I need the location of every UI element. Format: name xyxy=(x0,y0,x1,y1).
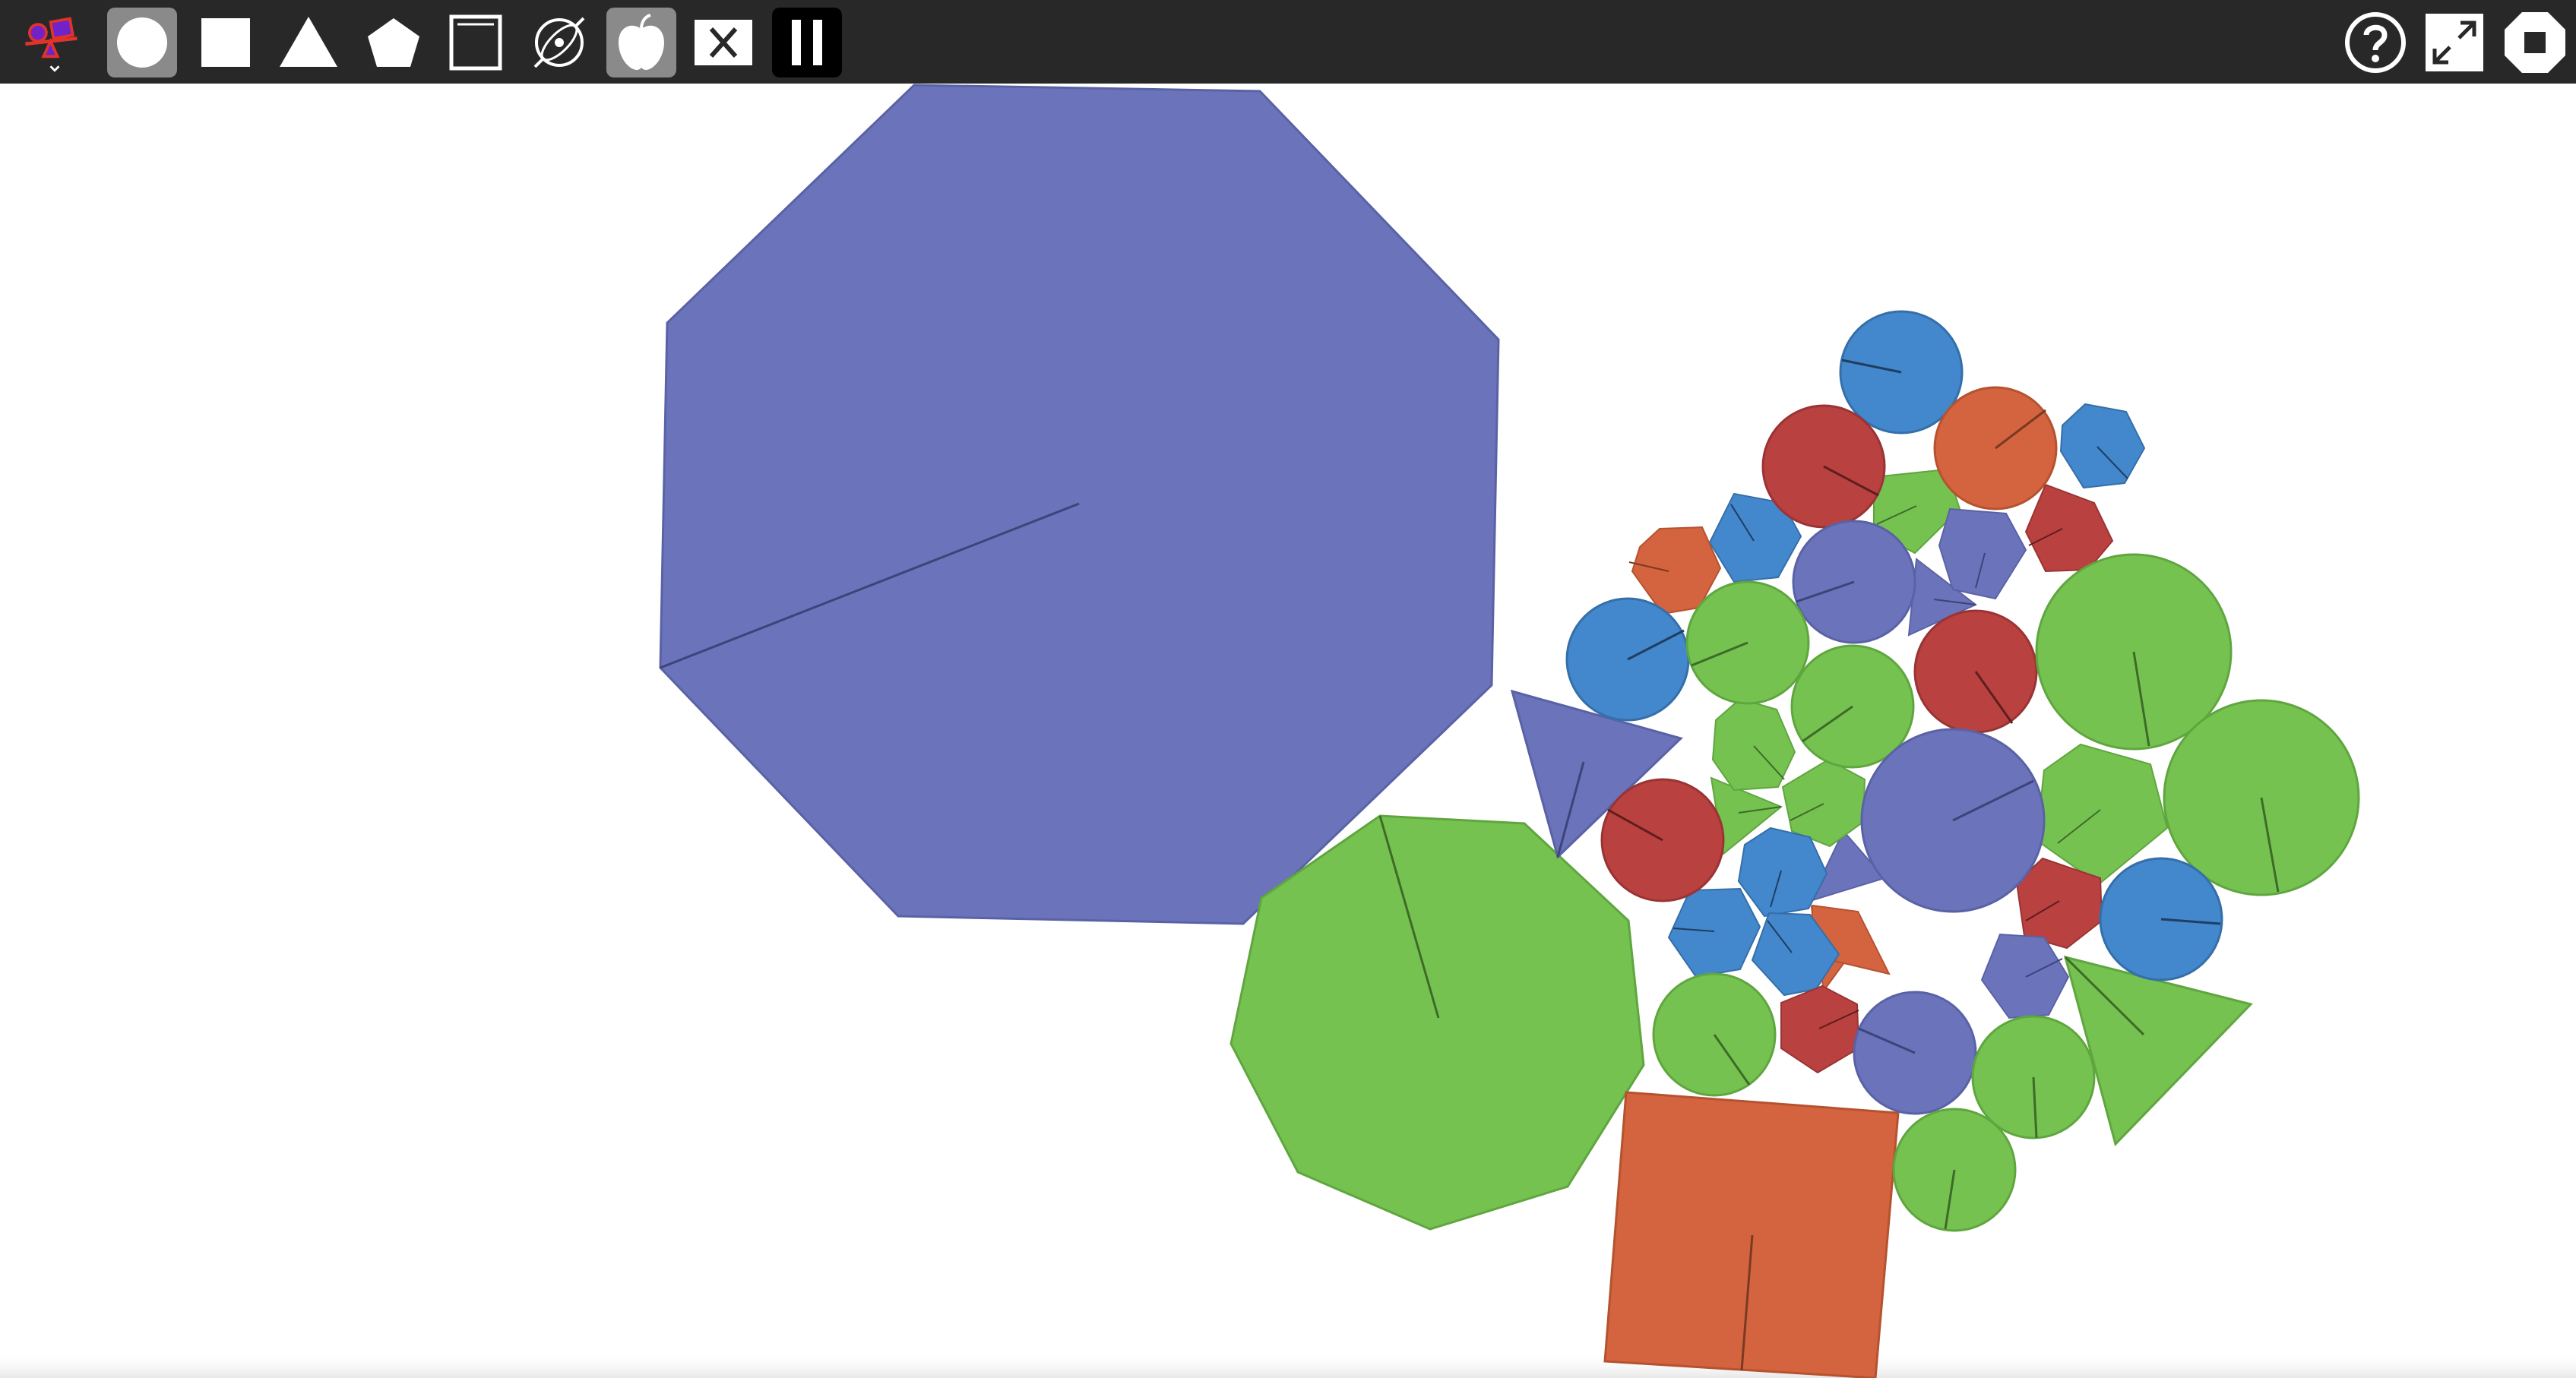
hexagon-blue-c[interactable] xyxy=(1737,826,1828,918)
circle-green-left[interactable] xyxy=(1685,580,1810,705)
nonagon-green[interactable] xyxy=(1229,814,1645,1231)
physics-canvas[interactable] xyxy=(0,84,2576,1378)
circle-blue-left[interactable] xyxy=(1565,597,1690,722)
square-orange[interactable] xyxy=(1603,1091,1900,1378)
circle-purple-upper[interactable] xyxy=(1792,520,1916,644)
pause-icon xyxy=(792,20,822,65)
clear-all-button[interactable] xyxy=(688,8,758,77)
toolbar xyxy=(0,0,2576,84)
circle-orange-top[interactable] xyxy=(1933,386,2058,510)
help-icon xyxy=(2345,12,2406,73)
orbit-icon xyxy=(533,17,585,68)
pentagon-purple[interactable] xyxy=(1938,507,2027,600)
apple-icon xyxy=(619,14,664,70)
hexagon-red-b[interactable] xyxy=(1780,985,1860,1074)
pentagon-icon xyxy=(368,18,419,67)
physics-activity-menu-button[interactable] xyxy=(20,8,90,77)
triangle-green-right[interactable] xyxy=(2063,955,2253,1146)
square-icon xyxy=(201,18,250,67)
fullscreen-icon xyxy=(2426,14,2483,71)
activity-logo-icon xyxy=(25,17,78,72)
circle-tool-button[interactable] xyxy=(107,8,177,77)
square-tool-button[interactable] xyxy=(191,8,261,77)
hexagon-green-a[interactable] xyxy=(1711,697,1796,792)
circle-icon xyxy=(117,17,167,68)
box-icon xyxy=(449,14,502,71)
circle-green-far-right[interactable] xyxy=(2163,699,2360,896)
circle-green-bottom[interactable] xyxy=(1892,1108,2017,1232)
floor-shadow xyxy=(0,1352,2576,1378)
clear-box-tool-button[interactable] xyxy=(441,8,511,77)
gravity-button[interactable] xyxy=(606,8,676,77)
circle-red-top[interactable] xyxy=(1761,404,1886,529)
stop-icon xyxy=(2505,12,2565,73)
pause-button[interactable] xyxy=(772,8,842,77)
hexagon-red-a[interactable] xyxy=(2024,483,2114,573)
circle-green-lower-left[interactable] xyxy=(1652,972,1777,1097)
circle-red-mid[interactable] xyxy=(1913,609,2038,734)
circle-blue-right[interactable] xyxy=(2099,857,2223,981)
hexagon-purple[interactable] xyxy=(1980,933,2070,1019)
circle-purple-lower[interactable] xyxy=(1853,991,1977,1115)
fullscreen-button[interactable] xyxy=(2419,8,2489,77)
stop-button[interactable] xyxy=(2500,8,2570,77)
hexagon-blue-d[interactable] xyxy=(1667,887,1761,978)
x-icon xyxy=(695,20,752,65)
triangle-icon xyxy=(280,17,337,67)
circle-red-left[interactable] xyxy=(1600,778,1725,902)
motion-sensor-button[interactable] xyxy=(524,8,594,77)
triangle-tool-button[interactable] xyxy=(274,8,343,77)
hexagon-blue-b[interactable] xyxy=(2059,403,2146,489)
physics-world xyxy=(0,84,2576,1378)
circle-purple-large[interactable] xyxy=(1860,728,2046,913)
pentagon-tool-button[interactable] xyxy=(359,8,429,77)
help-button[interactable] xyxy=(2340,8,2410,77)
octagon-purple[interactable] xyxy=(659,84,1500,925)
circle-green-lower-right[interactable] xyxy=(1971,1015,2096,1139)
